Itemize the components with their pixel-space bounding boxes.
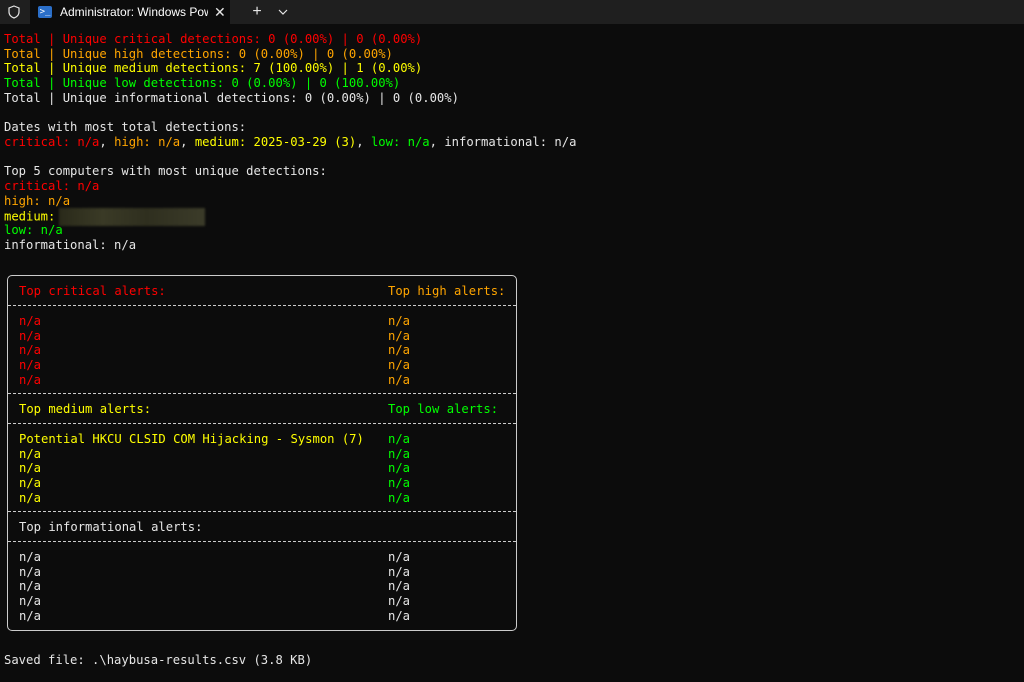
medium-alert-row: n/a xyxy=(19,490,42,505)
computers-heading: Top 5 computers with most unique detecti… xyxy=(4,164,327,179)
alerts-table: Top critical alerts: Top high alerts: n/… xyxy=(7,275,517,631)
summary-high: Total | Unique high detections: 0 (0.00%… xyxy=(4,46,393,61)
dates-critical: critical: n/a xyxy=(4,134,100,149)
high-alert-row: n/a xyxy=(388,328,411,343)
high-alert-row: n/a xyxy=(388,314,411,328)
computers-informational: informational: n/a xyxy=(4,237,137,252)
informational-alerts-header: Top informational alerts: xyxy=(19,520,203,534)
dates-line: critical: n/a, high: n/a, medium: 2025-0… xyxy=(4,135,576,150)
critical-alert-row: n/a xyxy=(19,343,42,358)
computers-medium: medium: xyxy=(4,209,56,224)
low-alert-row: n/a xyxy=(388,461,411,476)
informational-alert-row: n/a xyxy=(388,550,411,564)
informational-alert-row: n/a xyxy=(19,608,42,623)
computers-high: high: n/a xyxy=(4,193,71,208)
dates-informational: informational: n/a xyxy=(444,134,577,149)
medium-alerts-header: Top medium alerts: xyxy=(19,402,152,416)
high-alert-row: n/a xyxy=(388,343,411,358)
informational-alert-row: n/a xyxy=(388,564,411,579)
tab-powershell[interactable]: >_ Administrator: Windows PowerShell ✕ xyxy=(30,0,230,24)
informational-alert-row: n/a xyxy=(19,579,42,594)
medium-alert-row: n/a xyxy=(19,476,42,491)
low-alert-row: n/a xyxy=(388,432,411,446)
low-alert-row: n/a xyxy=(388,490,411,505)
high-alert-row: n/a xyxy=(388,358,411,373)
close-tab-icon[interactable]: ✕ xyxy=(214,4,226,21)
dates-low: low: n/a xyxy=(370,134,430,149)
summary-low: Total | Unique low detections: 0 (0.00%)… xyxy=(4,76,401,91)
table-divider xyxy=(8,511,516,512)
powershell-icon: >_ xyxy=(38,6,52,18)
saved-file-message: Saved file: .\haybusa-results.csv (3.8 K… xyxy=(4,653,313,667)
critical-alert-row: n/a xyxy=(19,314,42,328)
separator: , xyxy=(99,134,115,149)
separator: , xyxy=(180,134,195,149)
medium-alert-row: n/a xyxy=(19,446,42,461)
low-alert-row: n/a xyxy=(388,476,411,491)
table-divider xyxy=(8,541,516,542)
dates-heading: Dates with most total detections: xyxy=(4,120,247,135)
computers-medium-line: medium: xyxy=(4,208,576,227)
informational-alert-row: n/a xyxy=(388,594,411,609)
medium-alert-row: Potential HKCU CLSID COM Hijacking - Sys… xyxy=(19,432,364,446)
redacted-computer-name xyxy=(59,208,206,227)
table-divider xyxy=(8,305,516,306)
critical-alert-row: n/a xyxy=(19,372,42,387)
critical-alert-row: n/a xyxy=(19,358,42,373)
medium-alert-row: n/a xyxy=(19,461,42,476)
informational-alert-row: n/a xyxy=(19,564,42,579)
informational-alert-row: n/a xyxy=(388,608,411,623)
critical-alerts-header: Top critical alerts: xyxy=(19,284,166,298)
low-alerts-header: Top low alerts: xyxy=(388,402,499,416)
new-tab-button[interactable]: + xyxy=(244,0,270,24)
high-alerts-header: Top high alerts: xyxy=(388,284,506,298)
terminal-output: Total | Unique critical detections: 0 (0… xyxy=(4,32,576,252)
computers-critical: critical: n/a xyxy=(4,178,100,193)
table-divider xyxy=(8,393,516,394)
informational-alert-row: n/a xyxy=(19,550,42,564)
chevron-down-icon[interactable] xyxy=(270,0,296,24)
title-bar: >_ Administrator: Windows PowerShell ✕ + xyxy=(0,0,1024,24)
summary-critical: Total | Unique critical detections: 0 (0… xyxy=(4,32,423,46)
dates-medium: medium: 2025-03-29 (3) xyxy=(194,134,357,149)
dates-high: high: n/a xyxy=(114,134,181,149)
summary-medium: Total | Unique medium detections: 7 (100… xyxy=(4,61,423,76)
critical-alert-row: n/a xyxy=(19,328,42,343)
table-divider xyxy=(8,423,516,424)
shield-icon xyxy=(0,0,28,24)
summary-informational: Total | Unique informational detections:… xyxy=(4,90,459,105)
tab-title: Administrator: Windows PowerShell xyxy=(60,5,208,19)
separator: , xyxy=(429,134,445,149)
informational-alert-row: n/a xyxy=(19,594,42,609)
low-alert-row: n/a xyxy=(388,446,411,461)
high-alert-row: n/a xyxy=(388,372,411,387)
separator: , xyxy=(356,134,371,149)
informational-alert-row: n/a xyxy=(388,579,411,594)
